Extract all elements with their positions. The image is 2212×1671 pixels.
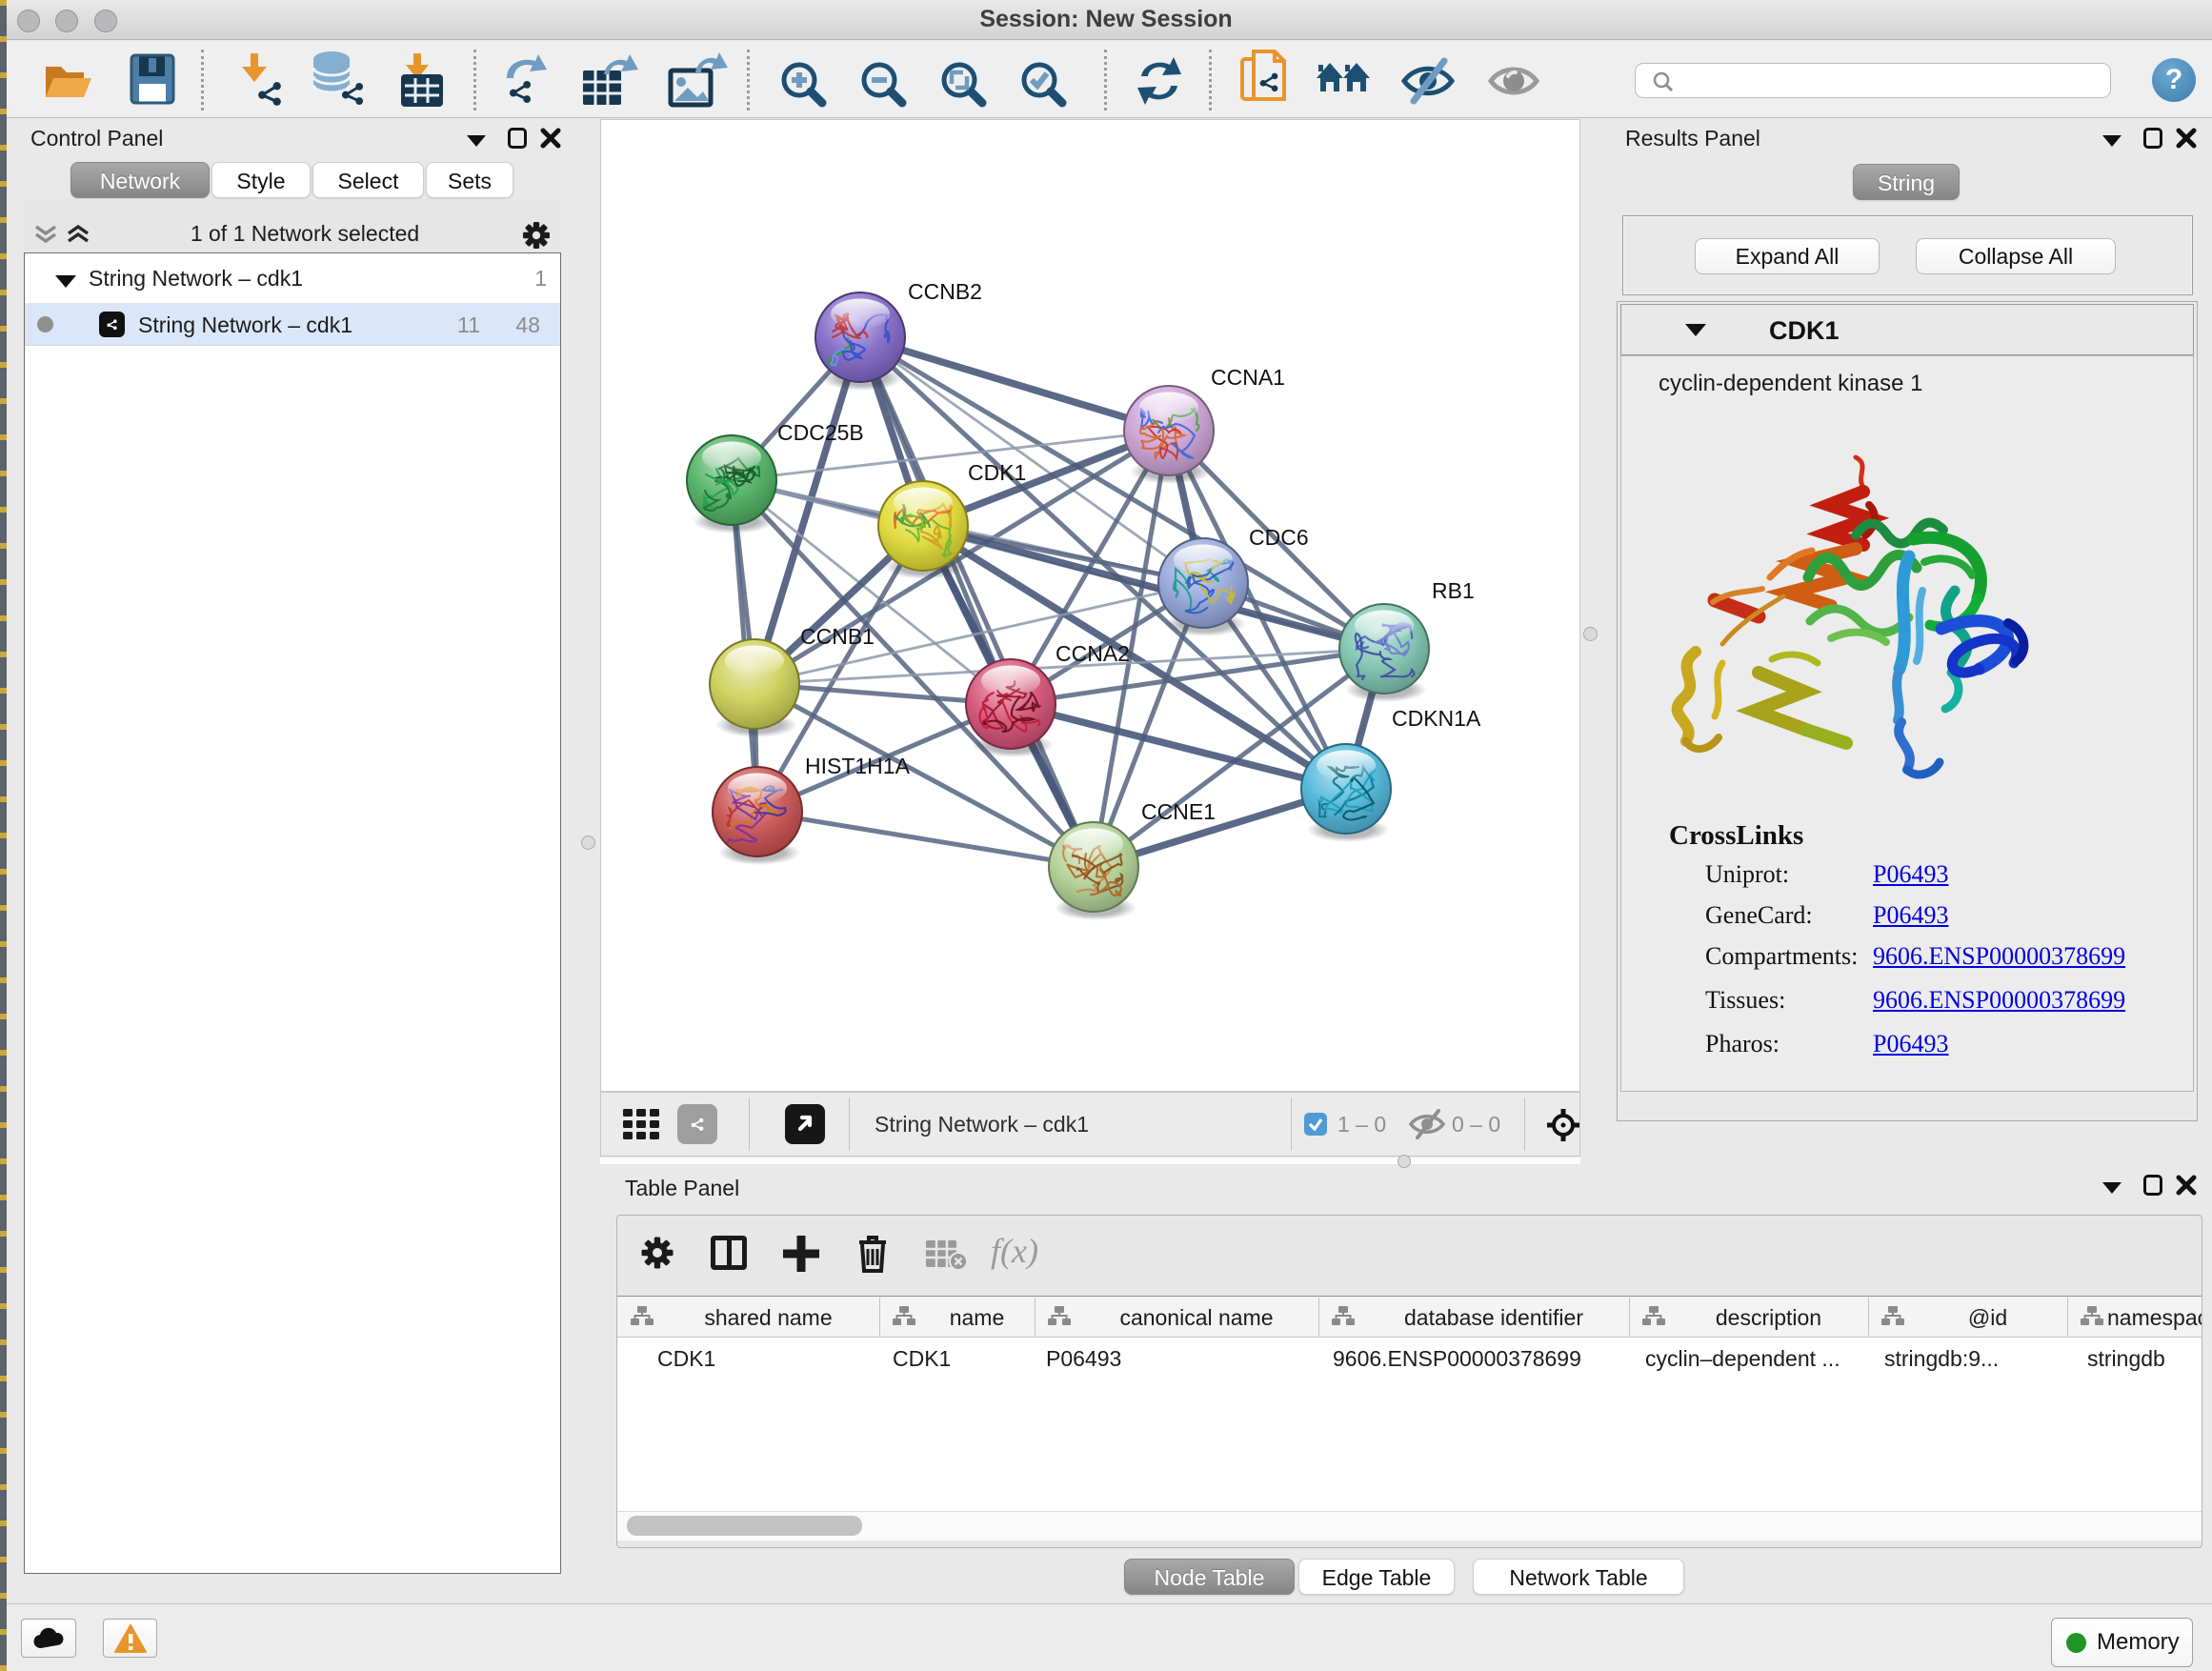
svg-text:RB1: RB1 (1432, 578, 1475, 603)
svg-text:CDKN1A: CDKN1A (1392, 706, 1481, 731)
svg-text:CCNB2: CCNB2 (908, 279, 982, 304)
svg-text:HIST1H1A: HIST1H1A (805, 754, 911, 778)
svg-text:CDC6: CDC6 (1249, 525, 1309, 550)
svg-text:CDC25B: CDC25B (777, 420, 864, 445)
svg-text:CCNA1: CCNA1 (1211, 365, 1285, 390)
svg-text:CDK1: CDK1 (968, 460, 1026, 485)
svg-text:CCNB1: CCNB1 (800, 624, 875, 649)
svg-text:CCNA2: CCNA2 (1056, 641, 1130, 666)
svg-text:CCNE1: CCNE1 (1141, 799, 1216, 824)
